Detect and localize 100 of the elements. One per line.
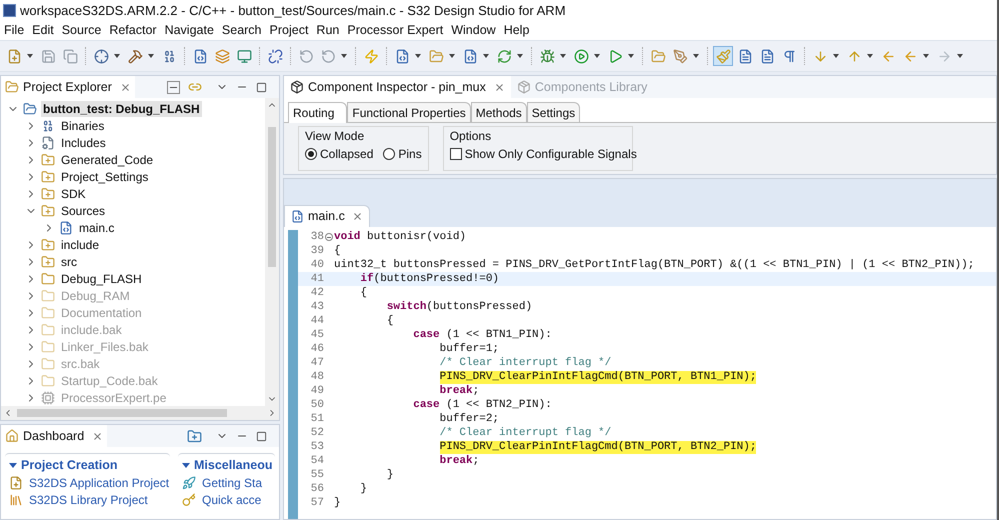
menu-item[interactable]: Processor Expert (343, 21, 448, 40)
tab[interactable]: Methods (470, 102, 527, 122)
dropdown-caret-icon[interactable] (560, 54, 566, 58)
radio-button[interactable] (305, 148, 317, 160)
close-icon[interactable] (352, 211, 363, 222)
section-caret-icon[interactable] (182, 462, 190, 468)
vertical-scrollbar[interactable] (265, 98, 279, 406)
code-line: break; (440, 454, 480, 468)
dropdown-caret-icon[interactable] (341, 54, 347, 58)
view-tab[interactable]: Component Inspector - pin_mux (284, 76, 511, 98)
tree-item[interactable]: Sources (59, 202, 108, 218)
dropdown-caret-icon[interactable] (483, 54, 489, 58)
close-icon[interactable] (120, 82, 131, 92)
tab[interactable]: Functional Properties (347, 102, 471, 122)
menu-item[interactable]: Run (312, 21, 344, 40)
dropdown-caret-icon[interactable] (923, 54, 929, 58)
code-line: void buttonisr(void) (334, 230, 466, 244)
line-number: 40 (310, 258, 324, 272)
code-line: } (360, 482, 368, 496)
code-line: } (386, 468, 394, 482)
section-title[interactable]: Miscellaneou (194, 456, 272, 475)
line-number: 50 (310, 398, 324, 412)
tab[interactable]: Routing (288, 102, 348, 123)
tree-item[interactable]: Binaries (59, 118, 106, 134)
group-title: Options (450, 128, 492, 145)
tree-item[interactable]: Debug_FLASH (59, 270, 144, 286)
close-icon[interactable] (494, 82, 505, 92)
line-number: 41 (310, 272, 324, 286)
folder-icon[interactable] (187, 428, 202, 444)
dropdown-caret-icon[interactable] (594, 54, 600, 58)
radio-button[interactable] (383, 148, 396, 160)
line-number: 43 (310, 300, 324, 314)
tree-item[interactable]: main.c (77, 220, 116, 236)
dropdown-caret-icon[interactable] (517, 54, 523, 58)
line-number: 52 (310, 426, 324, 440)
dropdown-caret-icon[interactable] (693, 54, 699, 58)
horizontal-scrollbar[interactable] (1, 406, 279, 420)
tree-item[interactable]: Generated_Code (59, 152, 156, 168)
dashboard-link[interactable]: Getting Sta (202, 474, 262, 492)
line-number: 45 (310, 328, 324, 342)
dashboard-link[interactable]: Quick acce (202, 491, 262, 509)
fold-toggle-icon[interactable] (325, 233, 333, 241)
tab[interactable]: Settings (526, 102, 580, 122)
dropdown-caret-icon[interactable] (449, 54, 455, 58)
tree-item[interactable]: SDK (59, 186, 88, 202)
menu-item[interactable]: Refactor (105, 21, 161, 40)
code-comment: /* Clear interrupt flag */ (440, 426, 612, 440)
section-title[interactable]: Project Creation (21, 456, 118, 475)
menu-item[interactable]: Search (218, 21, 266, 40)
checkbox-label: Show Only Configurable Signals (464, 146, 637, 163)
code-line: { (334, 244, 341, 258)
line-number: 57 (310, 496, 324, 510)
close-icon[interactable] (92, 430, 104, 442)
editor-tab[interactable]: main.c (284, 205, 370, 227)
dropdown-caret-icon[interactable] (114, 54, 120, 58)
code-line: case (1 << BTN1_PIN): (413, 328, 552, 342)
maximize-icon[interactable] (256, 82, 267, 92)
group-title: View Mode (305, 128, 366, 145)
menu-item[interactable]: Project (266, 21, 312, 40)
dropdown-caret-icon[interactable] (867, 54, 873, 58)
dropdown-caret-icon[interactable] (27, 54, 33, 58)
dashboard-link[interactable]: S32DS Application Project (29, 474, 170, 492)
line-number: 39 (310, 244, 324, 258)
window-title: workspaceS32DS.ARM.2.2 - C/C++ - button_test/Sources/main.c - S32 Design Studio for ARM (20, 2, 566, 20)
line-number: 56 (310, 482, 324, 496)
app-logo-icon (3, 4, 16, 17)
code-line: uint32_t buttonsPressed = PINS_DRV_GetPortIntFlag(BTN_PORT) &((1 << BTN1_PIN) | (1 << BTN2_PIN)); (334, 258, 974, 272)
menu-item[interactable]: Edit (28, 21, 58, 40)
menu-item[interactable]: Help (500, 21, 534, 40)
line-number: 38 (310, 230, 324, 244)
tree-item[interactable]: button_test: Debug_FLASH (41, 100, 202, 116)
collapse-all-icon[interactable] (167, 80, 180, 94)
dropdown-caret-icon[interactable] (148, 54, 154, 58)
dropdown-caret-icon[interactable] (957, 54, 963, 58)
folder-icon (5, 80, 19, 94)
checkbox[interactable] (450, 148, 462, 160)
line-number: 44 (310, 314, 324, 328)
section-caret-icon[interactable] (9, 462, 17, 468)
dropdown-caret-icon[interactable] (628, 54, 634, 58)
tree-item[interactable]: include (59, 236, 102, 252)
menu-item[interactable]: File (0, 21, 28, 40)
code-line: buffer=1; (440, 342, 500, 356)
code-comment: /* Clear interrupt flag */ (440, 356, 612, 370)
line-number: 42 (310, 286, 324, 300)
dashboard-link[interactable]: S32DS Library Project (29, 491, 148, 509)
tree-item[interactable]: Includes (59, 134, 108, 150)
maximize-icon[interactable] (256, 430, 267, 442)
dropdown-caret-icon[interactable] (415, 54, 421, 58)
code-line: if(buttonsPressed!=0) (360, 272, 500, 286)
c-file-icon (291, 210, 304, 223)
menu-item[interactable]: Window (447, 21, 500, 40)
code-line: } (334, 496, 341, 510)
house-icon (5, 429, 19, 443)
tree-item[interactable]: Project_Settings (59, 168, 150, 184)
menu-item[interactable]: Source (58, 21, 106, 40)
code-line: buffer=2; (440, 412, 500, 426)
menu-item[interactable]: Navigate (160, 21, 218, 40)
tree-item[interactable]: src (59, 254, 79, 270)
line-number: 46 (310, 342, 324, 356)
dropdown-caret-icon[interactable] (833, 54, 839, 58)
